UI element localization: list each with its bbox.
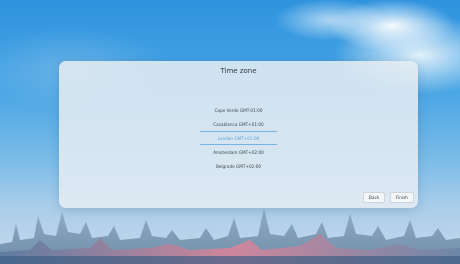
timezone-option-casablanca[interactable]: Casablanca GMT+01:00 xyxy=(59,118,418,132)
dialog-title: Time zone xyxy=(220,67,257,75)
finish-button[interactable]: Finish xyxy=(390,192,414,203)
back-button[interactable]: Back xyxy=(363,192,386,203)
timezone-option-cape-verde[interactable]: Cape Verde GMT-01:00 xyxy=(59,104,418,118)
timezone-option-amsterdam[interactable]: Amsterdam GMT+02:00 xyxy=(59,146,418,160)
selection-bottom-line xyxy=(200,144,277,145)
selection-top-line xyxy=(200,131,277,132)
timezone-option-belgrade[interactable]: Belgrade GMT+02:00 xyxy=(59,160,418,174)
time-zone-dialog: Time zone Cape Verde GMT-01:00 Casablanc… xyxy=(59,61,418,208)
time-zone-list[interactable]: Cape Verde GMT-01:00 Casablanca GMT+01:0… xyxy=(59,104,418,174)
